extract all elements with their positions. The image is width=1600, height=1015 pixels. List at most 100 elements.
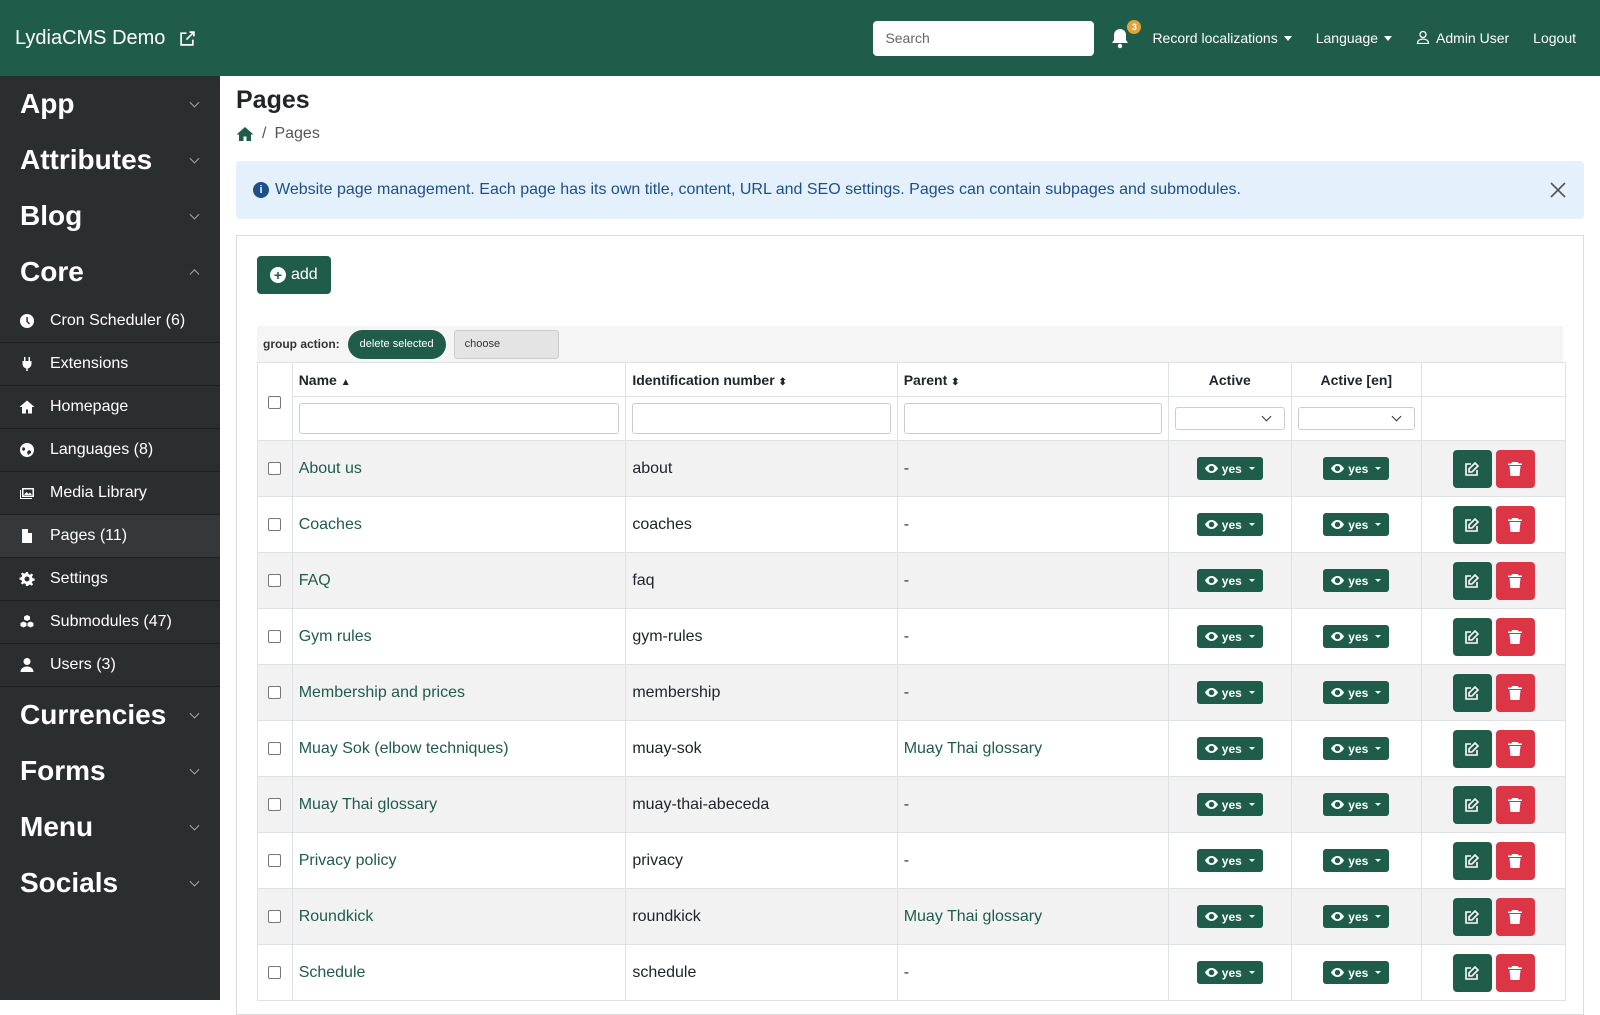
search-input[interactable] <box>873 20 1095 56</box>
sidebar-group-app[interactable]: App <box>0 76 220 132</box>
ident-filter-input[interactable] <box>632 403 891 434</box>
header-identification-number[interactable]: Identification number ⬍ <box>625 362 898 397</box>
active-en-toggle[interactable]: yes <box>1323 737 1390 760</box>
sidebar-group-forms[interactable]: Forms <box>0 743 220 799</box>
sidebar-item-pages[interactable]: Pages (11) <box>0 515 220 558</box>
sidebar-item-extensions[interactable]: Extensions <box>0 343 220 386</box>
parent-filter-input[interactable] <box>903 403 1163 434</box>
delete-button[interactable] <box>1495 505 1535 544</box>
row-checkbox[interactable] <box>268 685 282 699</box>
edit-button[interactable] <box>1452 449 1492 488</box>
name-filter-input[interactable] <box>298 403 620 434</box>
delete-button[interactable] <box>1495 785 1535 824</box>
row-checkbox[interactable] <box>268 741 282 755</box>
active-en-toggle[interactable]: yes <box>1323 849 1390 872</box>
delete-button[interactable] <box>1495 449 1535 488</box>
row-name-link[interactable]: FAQ <box>291 552 627 609</box>
active-en-toggle[interactable]: yes <box>1323 905 1390 928</box>
delete-button[interactable] <box>1495 729 1535 768</box>
select-all-checkbox[interactable] <box>268 396 282 410</box>
header-parent[interactable]: Parent ⬍ <box>896 362 1170 397</box>
edit-button[interactable] <box>1452 505 1492 544</box>
delete-button[interactable] <box>1495 561 1535 600</box>
delete-button[interactable] <box>1495 953 1535 992</box>
language-dropdown[interactable]: Language <box>1316 30 1393 46</box>
add-button[interactable]: + add <box>257 256 331 294</box>
active-toggle[interactable]: yes <box>1196 569 1263 592</box>
row-checkbox[interactable] <box>268 797 282 811</box>
brand[interactable]: LydiaCMS Demo <box>15 27 196 50</box>
record-localizations-dropdown[interactable]: Record localizations <box>1152 30 1292 46</box>
active-toggle[interactable]: yes <box>1196 737 1263 760</box>
edit-button[interactable] <box>1452 897 1492 936</box>
delete-selected-button[interactable]: delete selected <box>347 329 446 359</box>
active-en-toggle[interactable]: yes <box>1323 569 1390 592</box>
user-menu[interactable]: Admin User <box>1416 30 1509 47</box>
close-icon[interactable] <box>1548 180 1568 200</box>
sidebar-group-menu[interactable]: Menu <box>0 799 220 855</box>
home-icon[interactable] <box>236 126 254 142</box>
row-name-link[interactable]: Membership and prices <box>291 664 627 721</box>
sidebar-item-cron-scheduler[interactable]: Cron Scheduler (6) <box>0 300 220 343</box>
row-checkbox[interactable] <box>268 909 282 923</box>
active-en-toggle[interactable]: yes <box>1323 457 1390 480</box>
active-toggle[interactable]: yes <box>1196 793 1263 816</box>
edit-button[interactable] <box>1452 785 1492 824</box>
sidebar-group-attributes[interactable]: Attributes <box>0 132 220 188</box>
row-name-link[interactable]: Schedule <box>291 944 627 1001</box>
row-checkbox[interactable] <box>268 573 282 587</box>
sidebar-item-settings[interactable]: Settings <box>0 558 220 601</box>
active-toggle[interactable]: yes <box>1196 905 1263 928</box>
active-en-toggle[interactable]: yes <box>1323 793 1390 816</box>
edit-button[interactable] <box>1452 617 1492 656</box>
row-name-link[interactable]: About us <box>291 440 627 497</box>
active-toggle[interactable]: yes <box>1196 849 1263 872</box>
sidebar-item-homepage[interactable]: Homepage <box>0 386 220 429</box>
sidebar-group-core[interactable]: Core <box>0 244 220 300</box>
delete-button[interactable] <box>1495 897 1535 936</box>
delete-button[interactable] <box>1495 673 1535 712</box>
row-name-link[interactable]: Coaches <box>291 496 627 553</box>
row-checkbox[interactable] <box>268 965 282 979</box>
active-toggle[interactable]: yes <box>1196 681 1263 704</box>
active-en-toggle[interactable]: yes <box>1323 681 1390 704</box>
active-en-filter-select[interactable] <box>1297 407 1416 430</box>
header-name[interactable]: Name ▲ <box>291 362 627 397</box>
sidebar-group-currencies[interactable]: Currencies <box>0 687 220 743</box>
row-checkbox[interactable] <box>268 461 282 475</box>
sidebar-item-users[interactable]: Users (3) <box>0 644 220 687</box>
active-toggle[interactable]: yes <box>1196 513 1263 536</box>
row-name-link[interactable]: Gym rules <box>291 608 627 665</box>
row-checkbox[interactable] <box>268 853 282 867</box>
row-name-link[interactable]: Muay Sok (elbow techniques) <box>291 720 627 777</box>
row-parent[interactable]: Muay Thai glossary <box>896 720 1170 777</box>
active-filter-select[interactable] <box>1175 407 1285 430</box>
row-checkbox[interactable] <box>268 517 282 531</box>
edit-button[interactable] <box>1452 673 1492 712</box>
row-checkbox[interactable] <box>268 629 282 643</box>
active-en-toggle[interactable]: yes <box>1323 513 1390 536</box>
group-action-select[interactable]: choose <box>453 329 559 359</box>
edit-button[interactable] <box>1452 561 1492 600</box>
active-toggle[interactable]: yes <box>1196 961 1263 984</box>
sidebar-item-submodules[interactable]: Submodules (47) <box>0 601 220 644</box>
delete-button[interactable] <box>1495 617 1535 656</box>
edit-button[interactable] <box>1452 953 1492 992</box>
edit-button[interactable] <box>1452 729 1492 768</box>
row-parent[interactable]: Muay Thai glossary <box>896 888 1170 945</box>
active-en-toggle[interactable]: yes <box>1323 961 1390 984</box>
logout-link[interactable]: Logout <box>1533 30 1576 46</box>
sidebar-group-socials[interactable]: Socials <box>0 855 220 911</box>
edit-button[interactable] <box>1452 841 1492 880</box>
notifications-button[interactable]: 3 <box>1110 20 1142 49</box>
row-name-link[interactable]: Roundkick <box>291 888 627 945</box>
delete-button[interactable] <box>1495 841 1535 880</box>
sidebar-item-media-library[interactable]: Media Library <box>0 472 220 515</box>
active-toggle[interactable]: yes <box>1196 457 1263 480</box>
row-name-link[interactable]: Privacy policy <box>291 832 627 889</box>
sidebar-group-blog[interactable]: Blog <box>0 188 220 244</box>
active-en-toggle[interactable]: yes <box>1323 625 1390 648</box>
active-toggle[interactable]: yes <box>1196 625 1263 648</box>
sidebar-item-languages[interactable]: Languages (8) <box>0 429 220 472</box>
row-name-link[interactable]: Muay Thai glossary <box>291 776 627 833</box>
